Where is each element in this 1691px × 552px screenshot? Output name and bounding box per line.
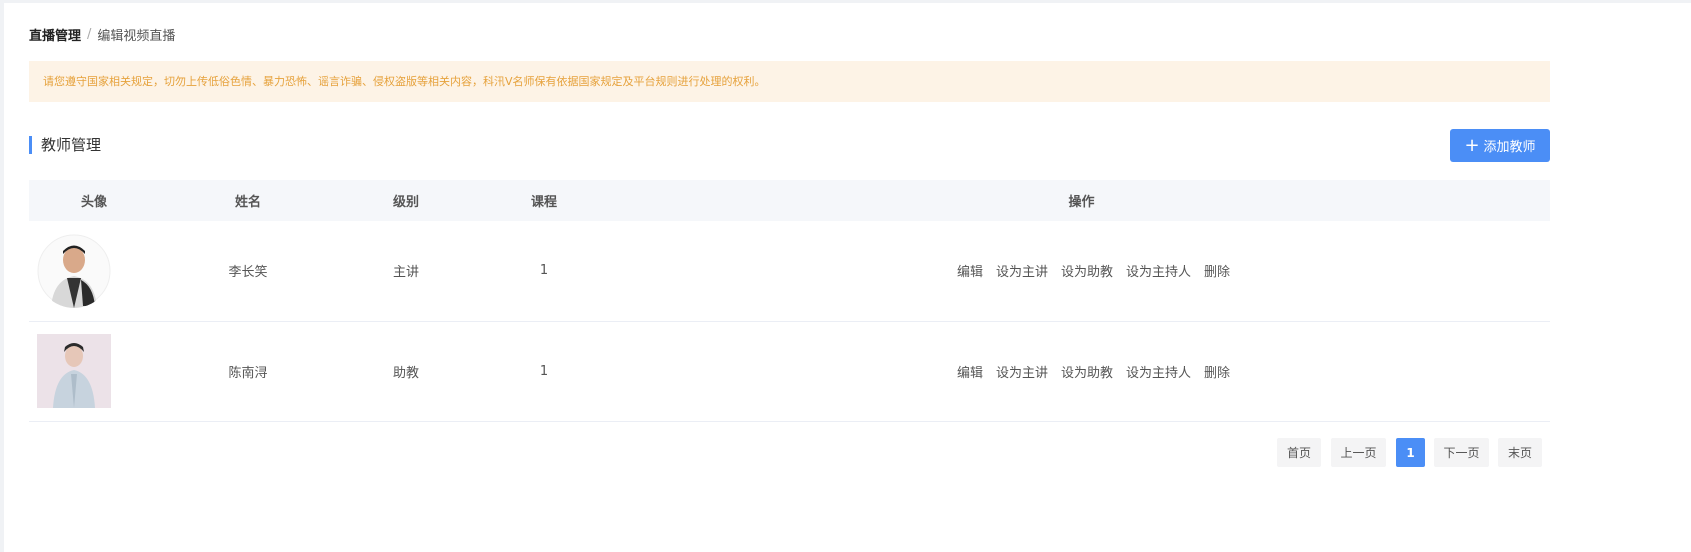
breadcrumb-parent[interactable]: 直播管理 — [29, 25, 81, 44]
level-cell: 主讲 — [392, 265, 419, 281]
breadcrumb: 直播管理 / 编辑视频直播 — [29, 25, 175, 44]
set-lecturer-button[interactable]: 设为主讲 — [996, 261, 1048, 280]
edit-button[interactable]: 编辑 — [957, 362, 983, 381]
delete-button[interactable]: 删除 — [1204, 261, 1230, 280]
section-accent-bar — [29, 136, 32, 154]
pagination-current-page[interactable]: 1 — [1396, 438, 1425, 467]
course-cell: 1 — [539, 263, 549, 279]
course-cell: 1 — [539, 363, 549, 379]
notice-banner: 请您遵守国家相关规定，切勿上传低俗色情、暴力恐怖、谣言诈骗、侵权盗版等相关内容，… — [29, 61, 1550, 102]
header-avatar: 头像 — [80, 195, 107, 210]
table-header-row: 头像 姓名 级别 课程 操作 — [29, 180, 1550, 221]
header-name: 姓名 — [234, 195, 261, 210]
pagination-first-button[interactable]: 首页 — [1277, 438, 1321, 467]
delete-button[interactable]: 删除 — [1204, 362, 1230, 381]
actions-cell: 编辑 设为主讲 设为助教 设为主持人 删除 — [613, 321, 1550, 421]
table-row: 陈南浔 助教 1 编辑 设为主讲 设为助教 设为主持人 删除 — [29, 321, 1550, 421]
section-title: 教师管理 — [41, 136, 102, 154]
avatar — [37, 334, 111, 408]
level-cell: 助教 — [392, 365, 419, 381]
breadcrumb-separator: / — [87, 27, 92, 42]
avatar — [37, 234, 111, 308]
set-lecturer-button[interactable]: 设为主讲 — [996, 362, 1048, 381]
add-teacher-button[interactable]: + 添加教师 — [1450, 129, 1550, 162]
pagination-next-button[interactable]: 下一页 — [1434, 438, 1489, 467]
name-cell: 李长笑 — [228, 265, 268, 281]
set-host-button[interactable]: 设为主持人 — [1126, 362, 1191, 381]
header-course: 课程 — [530, 195, 557, 210]
avatar-cell — [29, 321, 159, 421]
pagination-prev-button[interactable]: 上一页 — [1331, 438, 1386, 467]
header-actions: 操作 — [1068, 195, 1095, 210]
table-row: 李长笑 主讲 1 编辑 设为主讲 设为助教 设为主持人 删除 — [29, 221, 1550, 321]
pagination-last-button[interactable]: 末页 — [1498, 438, 1542, 467]
actions-cell: 编辑 设为主讲 设为助教 设为主持人 删除 — [613, 221, 1550, 321]
avatar-cell — [29, 221, 159, 321]
set-assistant-button[interactable]: 设为助教 — [1061, 362, 1113, 381]
breadcrumb-current: 编辑视频直播 — [97, 29, 176, 44]
page: 直播管理 / 编辑视频直播 请您遵守国家相关规定，切勿上传低俗色情、暴力恐怖、谣… — [4, 3, 1691, 552]
plus-icon: + — [1464, 134, 1480, 156]
header-level: 级别 — [392, 195, 419, 210]
name-cell: 陈南浔 — [228, 365, 268, 381]
edit-button[interactable]: 编辑 — [957, 261, 983, 280]
teacher-table: 头像 姓名 级别 课程 操作 李长笑 主讲 1 编辑 设为主讲 设为助教 设为主… — [29, 180, 1550, 422]
set-assistant-button[interactable]: 设为助教 — [1061, 261, 1113, 280]
set-host-button[interactable]: 设为主持人 — [1126, 261, 1191, 280]
add-teacher-label: 添加教师 — [1483, 140, 1536, 155]
